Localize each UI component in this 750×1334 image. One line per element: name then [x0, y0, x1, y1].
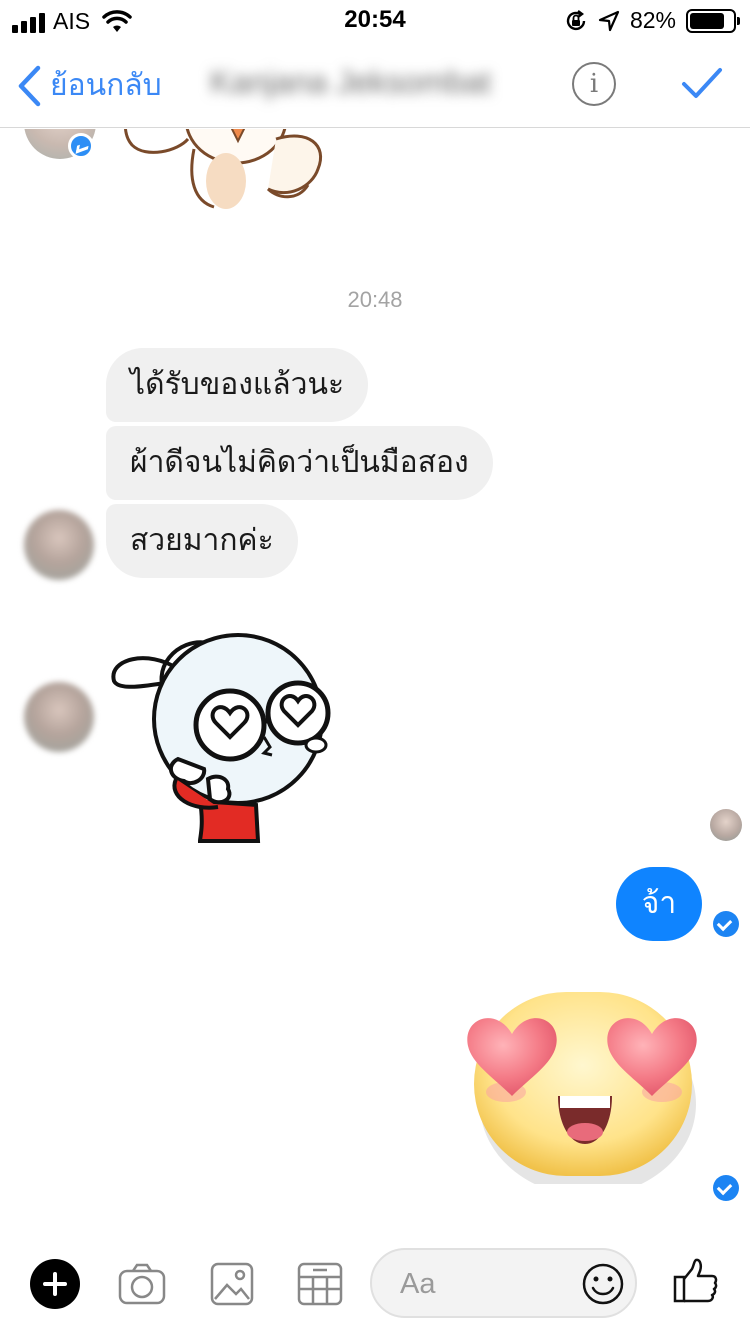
back-label: ย้อนกลับ	[50, 68, 162, 103]
calendar-icon[interactable]	[295, 1259, 345, 1309]
camera-icon[interactable]	[117, 1259, 167, 1309]
delivered-check-icon	[713, 1175, 739, 1201]
nav-bar: ย้อนกลับ Kanjana Jeksombat i	[0, 40, 750, 128]
info-icon[interactable]: i	[572, 62, 616, 106]
orientation-lock-icon	[566, 9, 586, 30]
message-input[interactable]	[400, 1264, 580, 1304]
composer-bar	[0, 1237, 750, 1334]
incoming-message[interactable]: สวยมากค่ะ	[106, 504, 298, 578]
smiley-icon[interactable]	[581, 1262, 625, 1306]
delivered-check-icon	[713, 911, 739, 937]
thumbs-up-icon[interactable]	[672, 1257, 718, 1305]
plus-icon[interactable]	[30, 1259, 80, 1309]
seen-avatar	[710, 809, 742, 841]
chevron-left-icon	[18, 65, 41, 106]
gallery-icon[interactable]	[207, 1259, 257, 1309]
battery-fill	[690, 12, 725, 29]
battery-percent: 82%	[629, 7, 676, 33]
contact-avatar[interactable]	[24, 510, 94, 580]
location-icon	[598, 10, 620, 31]
back-button[interactable]: ย้อนกลับ	[16, 62, 162, 109]
checkmark-icon[interactable]	[680, 64, 724, 104]
bunny-heart-eyes-sticker[interactable]	[108, 629, 338, 844]
chat-thread[interactable]: 20:48 ได้รับของแล้วนะ ผ้าดีจนไม่คิดว่าเป…	[0, 129, 750, 1237]
incoming-message[interactable]: ผ้าดีจนไม่คิดว่าเป็นมือสอง	[106, 426, 493, 500]
battery-icon	[686, 8, 740, 33]
message-input-box[interactable]	[370, 1248, 637, 1318]
message-timestamp: 20:48	[347, 287, 403, 312]
messenger-badge-icon	[68, 133, 94, 159]
incoming-message[interactable]: ได้รับของแล้วนะ	[106, 348, 369, 422]
outgoing-message[interactable]: จ้า	[616, 867, 702, 941]
plus-glyph	[43, 1272, 67, 1296]
status-bar: AIS 20:54 82%	[0, 0, 750, 40]
contact-avatar[interactable]	[24, 682, 94, 752]
cute-character-sticker	[124, 129, 323, 209]
heart-eyes-emoji-sticker[interactable]	[460, 984, 705, 1184]
status-right: 82%	[564, 7, 740, 34]
contact-name[interactable]: Kanjana Jeksombat	[210, 64, 550, 110]
